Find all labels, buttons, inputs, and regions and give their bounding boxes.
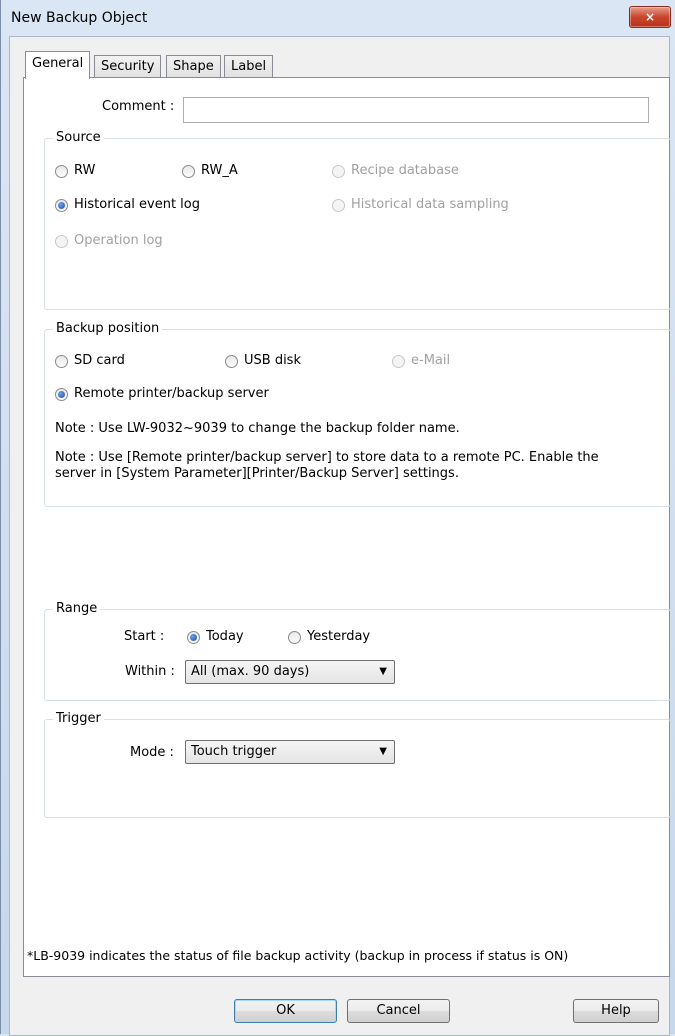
title-bar: New Backup Object ×: [1, 0, 675, 36]
comment-label: Comment :: [102, 99, 175, 114]
note-remote-line1: Note : Use [Remote printer/backup server…: [55, 450, 599, 465]
remote-printer-radio[interactable]: [55, 388, 68, 401]
email-label: e-Mail: [411, 353, 451, 368]
sd-card-label: SD card: [74, 353, 125, 368]
chevron-down-icon: ▼: [379, 666, 387, 677]
trigger-legend: Trigger: [53, 711, 104, 726]
recipe-database-label: Recipe database: [351, 163, 459, 178]
usb-disk-radio[interactable]: [225, 355, 238, 368]
email-radio: [392, 355, 405, 368]
trigger-mode-dropdown[interactable]: Touch trigger ▼: [185, 740, 395, 764]
tab-shape[interactable]: Shape: [166, 55, 221, 78]
yesterday-radio[interactable]: [288, 631, 301, 644]
tab-panel-general: Comment : Source RW RW_A Recipe database…: [23, 77, 671, 977]
rw-a-label: RW_A: [201, 163, 238, 178]
historical-event-log-label: Historical event log: [74, 197, 201, 212]
recipe-database-radio: [332, 165, 345, 178]
tab-security[interactable]: Security: [94, 55, 162, 78]
operation-log-radio: [55, 235, 68, 248]
within-label: Within :: [125, 664, 175, 679]
comment-input[interactable]: [183, 97, 649, 123]
backup-position-legend: Backup position: [53, 321, 163, 336]
range-legend: Range: [53, 601, 101, 616]
close-icon: ×: [644, 10, 656, 24]
help-button[interactable]: Help: [573, 999, 659, 1023]
start-label: Start :: [124, 629, 165, 644]
tab-label[interactable]: Label: [224, 55, 274, 78]
mode-label: Mode :: [130, 745, 174, 760]
today-label: Today: [206, 629, 244, 644]
footnote-text: *LB-9039 indicates the status of file ba…: [27, 948, 569, 963]
note-remote-line2: server in [System Parameter][Printer/Bac…: [55, 466, 459, 481]
sd-card-radio[interactable]: [55, 355, 68, 368]
trigger-mode-value: Touch trigger: [191, 744, 277, 759]
usb-disk-label: USB disk: [244, 353, 301, 368]
window-title: New Backup Object: [11, 10, 148, 26]
dialog-window: New Backup Object × General Security Sha…: [0, 0, 675, 1036]
range-group: Range Start : Today Yesterday Within : A…: [44, 601, 671, 701]
dialog-client-area: General Security Shape Label Comment : S…: [9, 36, 671, 1036]
ok-button[interactable]: OK: [234, 999, 337, 1023]
rw-a-radio[interactable]: [182, 165, 195, 178]
rw-label: RW: [74, 163, 96, 178]
chevron-down-icon: ▼: [379, 746, 387, 757]
tab-general[interactable]: General: [25, 51, 91, 79]
cancel-button[interactable]: Cancel: [347, 999, 450, 1023]
remote-printer-label: Remote printer/backup server: [74, 386, 269, 401]
source-legend: Source: [53, 130, 104, 145]
backup-position-group: Backup position SD card USB disk e-Mail …: [44, 321, 671, 507]
yesterday-label: Yesterday: [307, 629, 371, 644]
within-value: All (max. 90 days): [191, 664, 310, 679]
historical-event-log-radio[interactable]: [55, 199, 68, 212]
operation-log-label: Operation log: [74, 233, 163, 248]
note-folder-name: Note : Use LW-9032~9039 to change the ba…: [55, 421, 460, 436]
trigger-group: Trigger Mode : Touch trigger ▼: [44, 711, 671, 818]
source-group: Source RW RW_A Recipe database Historica…: [44, 130, 671, 310]
within-dropdown[interactable]: All (max. 90 days) ▼: [185, 660, 395, 684]
historical-data-sampling-label: Historical data sampling: [351, 197, 509, 212]
rw-radio[interactable]: [55, 165, 68, 178]
today-radio[interactable]: [187, 631, 200, 644]
close-button[interactable]: ×: [629, 6, 671, 28]
historical-data-sampling-radio: [332, 199, 345, 212]
